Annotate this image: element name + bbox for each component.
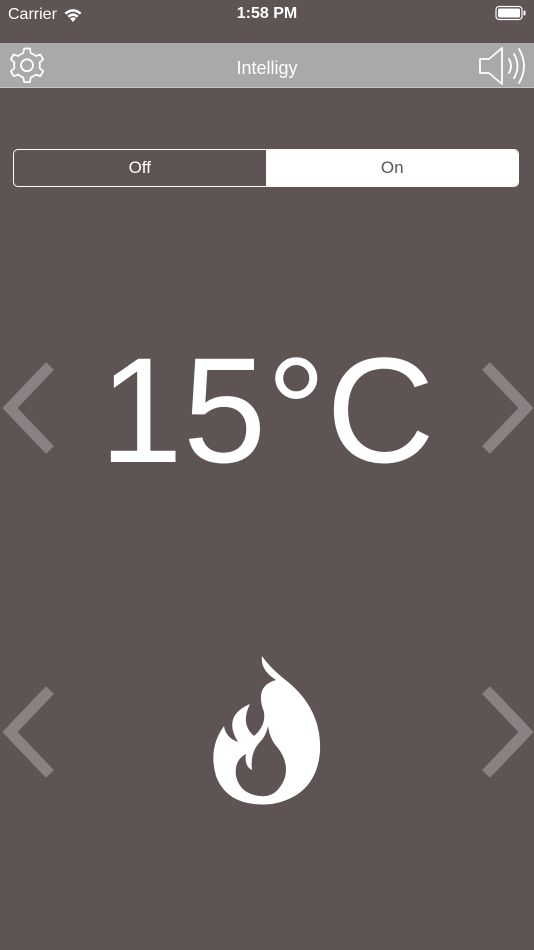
battery-icon <box>495 5 526 21</box>
status-bar: Carrier 1:58 PM <box>0 0 534 42</box>
nav-bar: Intelligy <box>0 43 534 88</box>
temperature-increase-chevron-right-icon[interactable] <box>476 360 534 456</box>
temperature-decrease-chevron-left-icon[interactable] <box>0 360 60 456</box>
mode-next-chevron-right-icon[interactable] <box>476 684 534 780</box>
mode-previous-chevron-left-icon[interactable] <box>0 684 60 780</box>
flame-icon <box>213 656 321 805</box>
page-title: Intelligy <box>236 58 298 78</box>
speaker-volume-icon[interactable] <box>478 46 532 86</box>
power-off-segment[interactable]: Off <box>14 150 267 186</box>
power-toggle: Off On <box>13 149 519 187</box>
power-on-segment[interactable]: On <box>266 150 518 186</box>
temperature-value: 15°C <box>99 326 435 494</box>
status-time: 1:58 PM <box>236 5 298 22</box>
